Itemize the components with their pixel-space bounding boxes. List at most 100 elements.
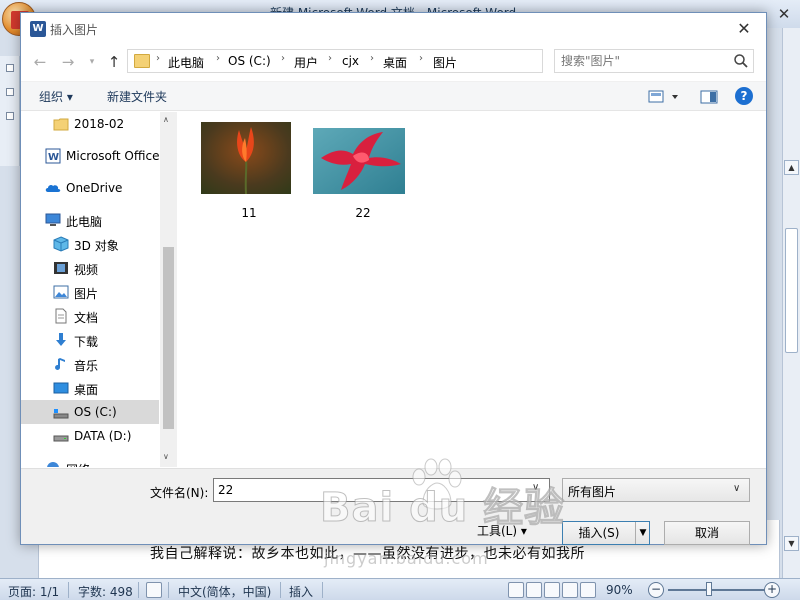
search-input[interactable] (561, 53, 721, 69)
recent-dropdown-icon[interactable]: ▾ (81, 51, 103, 73)
proofing-icon[interactable] (146, 582, 162, 598)
breadcrumb-cjx[interactable]: cjx (342, 54, 359, 68)
thumbnail-22[interactable] (313, 128, 405, 194)
drive-icon (53, 435, 69, 442)
dialog-footer: 文件名(N): ∨ 所有图片 ∨ 工具(L) ▾ 插入(S) ▼ 取消 (21, 468, 766, 545)
new-folder-button[interactable]: 新建文件夹 (107, 88, 167, 105)
cloud-icon (45, 184, 61, 192)
scroll-up-icon[interactable]: ∧ (163, 115, 169, 124)
thumbnail-11[interactable] (201, 122, 291, 194)
word-app-icon: W (30, 21, 46, 37)
nav-item-downloads[interactable]: 下载 (21, 328, 161, 352)
zoom-out-icon[interactable]: − (648, 582, 664, 598)
preview-pane-icon[interactable] (699, 87, 719, 107)
desktop-icon (53, 382, 69, 394)
zoom-slider-thumb[interactable] (706, 582, 712, 596)
document-scrollbar[interactable]: ▲ ▼ (782, 28, 800, 578)
nav-item-music[interactable]: 音乐 (21, 352, 161, 376)
tools-button[interactable]: 工具(L) ▾ (477, 522, 527, 539)
scroll-down-icon[interactable]: ▼ (784, 536, 799, 551)
chevron-right-icon[interactable]: › (156, 53, 160, 64)
close-icon[interactable]: ✕ (729, 18, 759, 40)
scroll-down-icon[interactable]: ∨ (163, 452, 169, 461)
video-icon (54, 262, 68, 274)
scroll-up-icon[interactable]: ▲ (784, 160, 799, 175)
dialog-title: 插入图片 (50, 23, 99, 37)
breadcrumb-os-c[interactable]: OS (C:) (228, 54, 271, 68)
help-icon[interactable]: ? (735, 87, 753, 105)
nav-item-desktop[interactable]: 桌面 (21, 376, 161, 400)
nav-scroll-thumb[interactable] (163, 247, 174, 429)
nav-item-videos[interactable]: 视频 (21, 256, 161, 280)
folder-icon (53, 118, 69, 131)
back-arrow-icon[interactable]: ← (29, 51, 51, 73)
navigation-pane[interactable]: 2018-02 W Microsoft Office OneDrive 此电脑 … (21, 112, 177, 467)
status-insert-mode[interactable]: 插入 (289, 583, 313, 600)
nav-item-2018-02[interactable]: 2018-02 (21, 112, 161, 136)
word-close-icon[interactable]: ✕ (770, 4, 798, 24)
filename-combobox[interactable]: ∨ (213, 478, 550, 502)
view-print-layout-icon[interactable] (508, 582, 524, 598)
breadcrumb-pictures[interactable]: 图片 (433, 54, 457, 71)
ribbon-left-edge (0, 56, 20, 166)
view-web-icon[interactable] (544, 582, 560, 598)
view-options-icon[interactable] (647, 87, 683, 107)
status-language[interactable]: 中文(简体，中国) (178, 583, 271, 600)
nav-item-documents[interactable]: 文档 (21, 304, 161, 328)
up-arrow-icon[interactable]: ↑ (103, 51, 125, 73)
picture-icon (53, 285, 69, 299)
organize-button[interactable]: 组织 ▾ (39, 88, 73, 105)
file-type-select[interactable]: 所有图片 ∨ (562, 478, 750, 502)
filename-input[interactable] (218, 482, 518, 498)
search-box[interactable] (554, 49, 754, 73)
breadcrumb-desktop[interactable]: 桌面 (383, 54, 407, 71)
chevron-down-icon[interactable]: ∨ (532, 482, 539, 493)
word-icon: W (45, 148, 61, 164)
view-draft-icon[interactable] (580, 582, 596, 598)
status-page[interactable]: 页面: 1/1 (8, 583, 59, 600)
nav-item-os-c[interactable]: OS (C:) (21, 400, 159, 424)
breadcrumb-this-pc[interactable]: 此电脑 (168, 54, 204, 71)
insert-picture-dialog: W 插入图片 ✕ ← → ▾ ↑ › 此电脑 › OS (C:) › 用户 › … (20, 12, 767, 545)
nav-pane-scrollbar[interactable]: ∧ ∨ (160, 112, 177, 467)
nav-item-onedrive[interactable]: OneDrive (21, 176, 161, 200)
nav-item-data-d[interactable]: DATA (D:) (21, 424, 161, 448)
document-icon (55, 308, 67, 324)
nav-item-3d-objects[interactable]: 3D 对象 (21, 232, 161, 256)
filename-label: 文件名(N): (150, 486, 209, 500)
insert-dropdown-icon[interactable]: ▼ (635, 522, 650, 544)
address-bar[interactable]: › 此电脑 › OS (C:) › 用户 › cjx › 桌面 › 图片 ∨ ↻ (127, 49, 640, 73)
file-name-22[interactable]: 22 (313, 206, 413, 220)
forward-arrow-icon[interactable]: → (57, 51, 79, 73)
chevron-right-icon[interactable]: › (281, 53, 285, 64)
breadcrumb-users[interactable]: 用户 (294, 54, 318, 71)
scroll-thumb[interactable] (785, 228, 798, 353)
insert-button[interactable]: 插入(S) ▼ (562, 521, 650, 545)
chevron-right-icon[interactable]: › (370, 53, 374, 64)
view-outline-icon[interactable] (562, 582, 578, 598)
file-type-value: 所有图片 (568, 485, 617, 499)
chevron-right-icon[interactable]: › (419, 53, 423, 64)
zoom-in-icon[interactable]: + (764, 582, 780, 598)
chevron-right-icon[interactable]: › (328, 53, 332, 64)
nav-item-microsoft-office[interactable]: W Microsoft Office (21, 144, 161, 168)
file-item-11[interactable]: 11 (199, 122, 299, 222)
view-fullscreen-icon[interactable] (526, 582, 542, 598)
music-icon (55, 358, 65, 370)
nav-item-this-pc[interactable]: 此电脑 (21, 208, 161, 232)
status-words[interactable]: 字数: 498 (78, 583, 133, 600)
cancel-button[interactable]: 取消 (664, 521, 750, 545)
download-icon (56, 333, 66, 346)
file-name-11[interactable]: 11 (199, 206, 299, 220)
chevron-down-icon: ∨ (733, 483, 741, 494)
nav-item-network[interactable]: 网络 (21, 456, 161, 467)
zoom-level[interactable]: 90% (606, 583, 633, 597)
chevron-right-icon[interactable]: › (216, 53, 220, 64)
dialog-toolbar: 组织 ▾ 新建文件夹 ? (21, 81, 766, 111)
cube-icon (53, 236, 69, 252)
file-list[interactable]: 11 22 (179, 112, 766, 467)
search-icon[interactable] (733, 53, 749, 69)
zoom-slider[interactable] (668, 589, 768, 591)
nav-item-pictures[interactable]: 图片 (21, 280, 161, 304)
file-item-22[interactable]: 22 (313, 122, 413, 222)
